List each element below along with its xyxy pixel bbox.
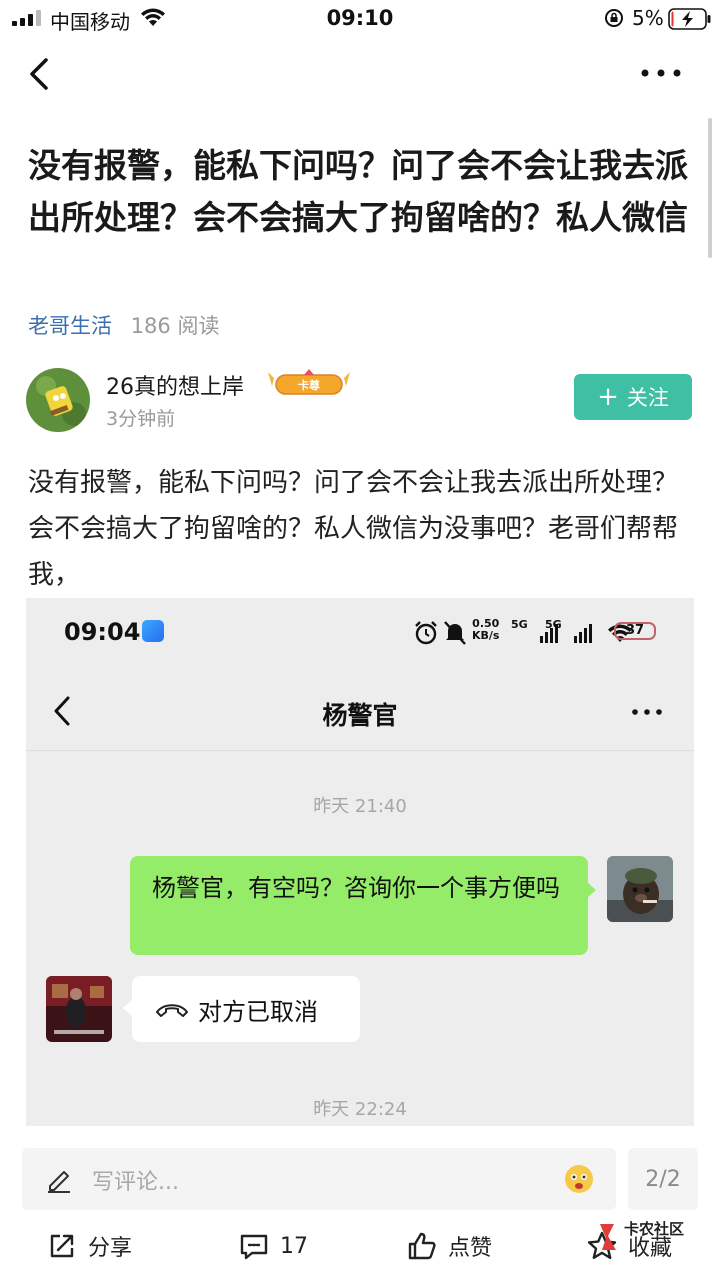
comment-icon bbox=[240, 1234, 268, 1260]
bubble-tail bbox=[587, 882, 596, 898]
battery-charging-icon bbox=[668, 8, 711, 30]
chat-timestamp: 昨天 22:24 bbox=[313, 1099, 407, 1120]
watermark-text: 卡农社区 bbox=[624, 1220, 685, 1238]
post-time: 3分钟前 bbox=[106, 408, 176, 430]
plus-icon: + bbox=[597, 382, 619, 412]
bubble-tail bbox=[123, 1000, 132, 1016]
image-battery: 37 bbox=[614, 622, 656, 640]
share-icon bbox=[50, 1234, 74, 1258]
chat-more-icon bbox=[632, 709, 662, 715]
app-notification-icon bbox=[142, 620, 164, 642]
net-speed: 0.50 KB/s bbox=[472, 618, 499, 642]
author-name[interactable]: 26真的想上岸 bbox=[106, 369, 244, 401]
orientation-lock-icon bbox=[605, 9, 623, 27]
post-meta: 老哥生活 186 阅读 bbox=[28, 310, 219, 340]
alarm-icon bbox=[415, 621, 437, 645]
image-status-time: 09:04 bbox=[64, 618, 141, 646]
share-button[interactable]: 分享 bbox=[46, 1226, 132, 1266]
post-image[interactable]: 09:04 0.50 KB/s 5G 5G 37 杨警官 昨天 21:40 杨警… bbox=[26, 598, 694, 1126]
emoji-icon[interactable] bbox=[562, 1162, 596, 1196]
share-label: 分享 bbox=[88, 1236, 133, 1261]
follow-button[interactable]: + 关注 bbox=[574, 374, 692, 420]
phone-hangup-icon bbox=[156, 1004, 188, 1017]
scrollbar[interactable] bbox=[708, 118, 712, 258]
chat-header-divider bbox=[26, 750, 694, 751]
comment-count: 17 bbox=[280, 1233, 308, 1259]
comments-button[interactable]: 17 bbox=[238, 1226, 308, 1266]
edit-pen-icon bbox=[48, 1171, 70, 1193]
chat-contact-name: 杨警官 bbox=[322, 701, 398, 730]
call-status-text: 对方已取消 bbox=[198, 997, 318, 1026]
crown-badge-icon: 卡尊 bbox=[268, 369, 350, 395]
mute-icon bbox=[444, 621, 466, 645]
like-label: 点赞 bbox=[448, 1236, 493, 1261]
image-page-indicator: 2/2 bbox=[628, 1148, 698, 1210]
comment-input[interactable]: 写评论... bbox=[22, 1148, 616, 1210]
post-body: 没有报警，能私下问吗？问了会不会让我去派出所处理？会不会搞大了拘留啥的？私人微信… bbox=[28, 468, 679, 590]
back-button[interactable] bbox=[20, 52, 60, 96]
outgoing-message: 杨警官，有空吗？咨询你一个事方便吗 bbox=[130, 856, 588, 955]
badge-label: 卡尊 bbox=[298, 378, 320, 392]
sender-avatar bbox=[607, 856, 673, 922]
community-link[interactable]: 老哥生活 bbox=[28, 314, 112, 338]
chat-timestamp: 昨天 21:40 bbox=[313, 796, 407, 817]
net-speed-unit: KB/s bbox=[472, 629, 500, 642]
comment-placeholder: 写评论... bbox=[92, 1170, 179, 1195]
incoming-call-message: 对方已取消 bbox=[132, 976, 360, 1042]
like-button[interactable]: 点赞 bbox=[406, 1226, 492, 1266]
network-type-label: 5G bbox=[545, 618, 562, 631]
follow-label: 关注 bbox=[626, 386, 669, 410]
network-type-label: 5G bbox=[511, 618, 528, 631]
contact-avatar bbox=[46, 976, 112, 1042]
thumbs-up-icon bbox=[408, 1232, 436, 1260]
author-avatar[interactable] bbox=[26, 368, 90, 432]
battery-percent: 5% bbox=[632, 6, 664, 30]
post-title: 没有报警，能私下问吗？问了会不会让我去派出所处理？会不会搞大了拘留啥的？私人微信 bbox=[28, 146, 688, 237]
more-options-button[interactable] bbox=[636, 58, 686, 88]
status-bar: 中国移动 09:10 5% bbox=[0, 0, 720, 38]
read-count: 186 阅读 bbox=[130, 314, 220, 338]
